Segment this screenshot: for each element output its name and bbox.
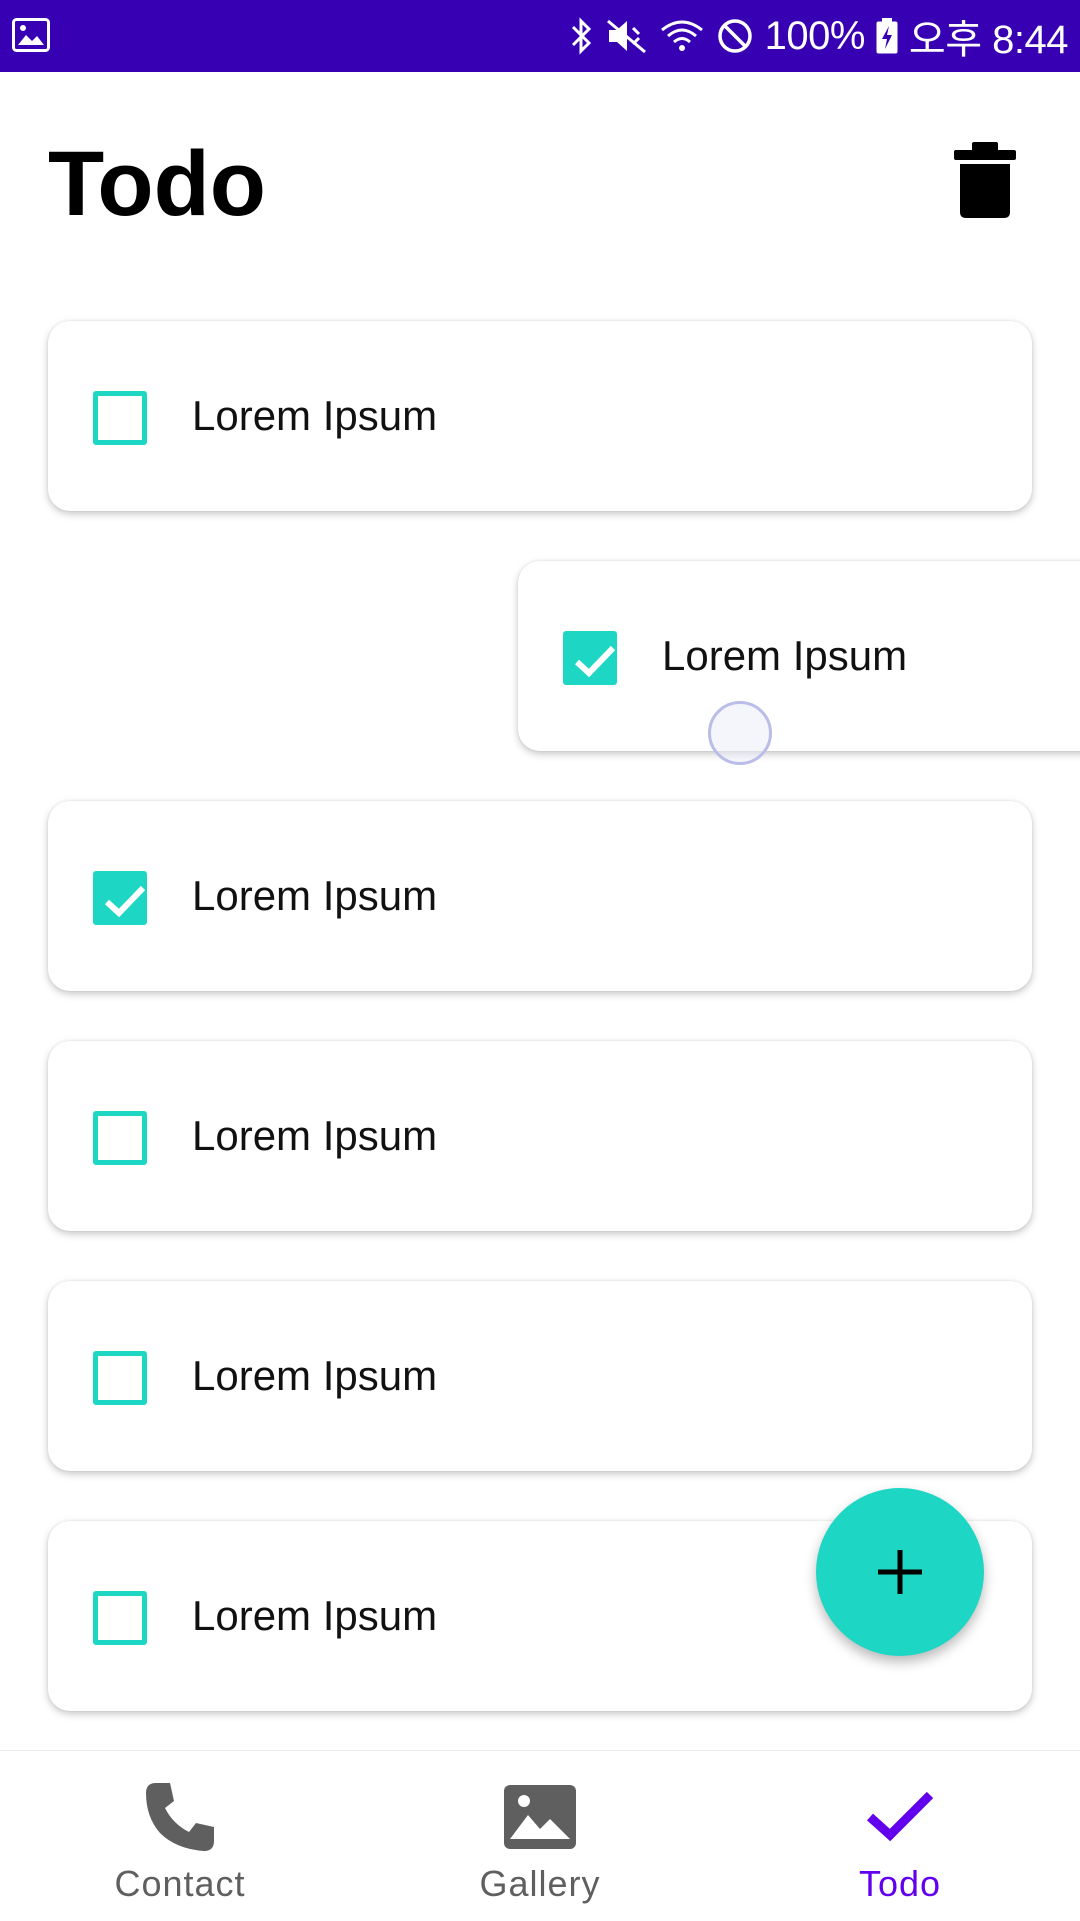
delete-button[interactable] [950, 138, 1020, 222]
check-icon [866, 1791, 934, 1842]
todo-label: Lorem Ipsum [192, 1352, 438, 1399]
bottom-navigation: Contact Gallery Todo [0, 1750, 1080, 1921]
status-bar: 100% 오후 8:44 [0, 0, 1080, 72]
todo-item[interactable]: Lorem Ipsum [48, 321, 1032, 511]
todo-checkbox[interactable] [93, 1591, 147, 1645]
plus-icon [878, 1550, 922, 1594]
checkmark-icon [574, 645, 616, 678]
todo-checkbox[interactable] [93, 1111, 147, 1165]
page-title: Todo [48, 133, 266, 235]
nav-label-contact: Contact [114, 1863, 246, 1904]
nav-label-todo: Todo [858, 1863, 942, 1904]
todo-item[interactable]: Lorem Ipsum [48, 801, 1032, 991]
todo-label: Lorem Ipsum [192, 1592, 438, 1639]
battery-charging-icon [876, 18, 898, 54]
todo-checkbox[interactable] [563, 631, 617, 685]
todo-label: Lorem Ipsum [192, 1112, 438, 1159]
status-time: 오후 8:44 [908, 18, 1069, 62]
todo-item-swiped[interactable]: Lorem Ipsum [518, 561, 1080, 751]
todo-label: Lorem Ipsum [662, 632, 908, 679]
add-todo-button[interactable] [816, 1488, 984, 1656]
nav-item-todo[interactable]: Todo [720, 1751, 1080, 1921]
nav-item-contact[interactable]: Contact [0, 1751, 360, 1921]
checkmark-icon [104, 885, 146, 918]
gallery-notification-icon [12, 18, 50, 52]
mute-icon [606, 19, 646, 54]
todo-label: Lorem Ipsum [192, 392, 438, 439]
todo-checkbox[interactable] [93, 871, 147, 925]
status-icons: 100% 오후 8:44 [569, 0, 1069, 72]
todo-checkbox[interactable] [93, 1351, 147, 1405]
battery-percent: 100% [764, 13, 866, 58]
todo-item[interactable]: Lorem Ipsum [48, 1041, 1032, 1231]
image-icon [504, 1785, 576, 1849]
trash-icon [954, 142, 1016, 218]
nav-label-gallery: Gallery [479, 1863, 601, 1904]
wifi-icon [660, 20, 703, 51]
bluetooth-icon [571, 17, 591, 55]
phone-icon [146, 1783, 214, 1851]
todo-item[interactable]: Lorem Ipsum [48, 1281, 1032, 1471]
do-not-disturb-icon [717, 19, 752, 53]
todo-label: Lorem Ipsum [192, 872, 438, 919]
touch-indicator [708, 701, 772, 765]
todo-checkbox[interactable] [93, 391, 147, 445]
nav-item-gallery[interactable]: Gallery [360, 1751, 720, 1921]
